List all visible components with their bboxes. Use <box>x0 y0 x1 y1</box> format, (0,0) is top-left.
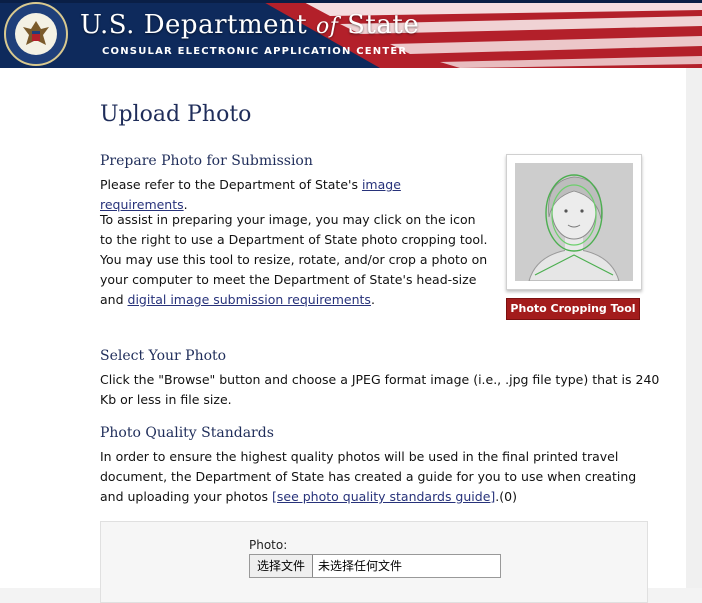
digital-image-requirements-link[interactable]: digital image submission requirements <box>128 292 371 307</box>
photo-quality-guide-link[interactable]: [see photo quality standards guide] <box>272 489 495 504</box>
page-title: Upload Photo <box>100 102 252 127</box>
quality-standards-text: In order to ensure the highest quality p… <box>100 447 660 507</box>
quality-standards-heading: Photo Quality Standards <box>100 425 274 441</box>
page-scrollbar[interactable] <box>686 68 702 588</box>
photo-field-label: Photo: <box>249 538 288 552</box>
select-photo-text: Click the "Browse" button and choose a J… <box>100 372 660 407</box>
quality-post: .(0) <box>495 489 517 504</box>
header-banner: U.S. Department of State CONSULAR ELECTR… <box>0 0 702 68</box>
banner-title: U.S. Department of State <box>80 10 419 40</box>
photo-cropping-tool-image[interactable] <box>506 154 642 290</box>
photo-file-input[interactable]: 选择文件 未选择任何文件 <box>249 554 501 578</box>
banner-title-left: U.S. Department <box>80 10 308 40</box>
prepare-heading: Prepare Photo for Submission <box>100 153 313 169</box>
assist-text: To assist in preparing your image, you m… <box>100 210 492 310</box>
portrait-icon <box>515 163 633 282</box>
refer-text: Please refer to the Department of State'… <box>100 175 490 215</box>
refer-pre: Please refer to the Department of State'… <box>100 177 362 192</box>
banner-title-of: of <box>315 14 339 39</box>
banner-subtitle: CONSULAR ELECTRONIC APPLICATION CENTER <box>102 46 408 57</box>
select-photo-heading: Select Your Photo <box>100 348 227 364</box>
photo-cropping-tool-button[interactable]: Photo Cropping Tool <box>506 298 640 320</box>
main-content: Upload Photo Prepare Photo for Submissio… <box>0 68 686 603</box>
no-file-selected-text: 未选择任何文件 <box>318 559 403 573</box>
state-department-seal <box>4 2 68 66</box>
choose-file-button[interactable]: 选择文件 <box>250 555 313 577</box>
banner-title-right: State <box>347 10 420 40</box>
assist-post: . <box>370 292 375 307</box>
upload-panel: Photo: 选择文件 未选择任何文件 <box>100 521 648 603</box>
eagle-icon <box>15 13 57 55</box>
sample-portrait <box>515 163 633 282</box>
